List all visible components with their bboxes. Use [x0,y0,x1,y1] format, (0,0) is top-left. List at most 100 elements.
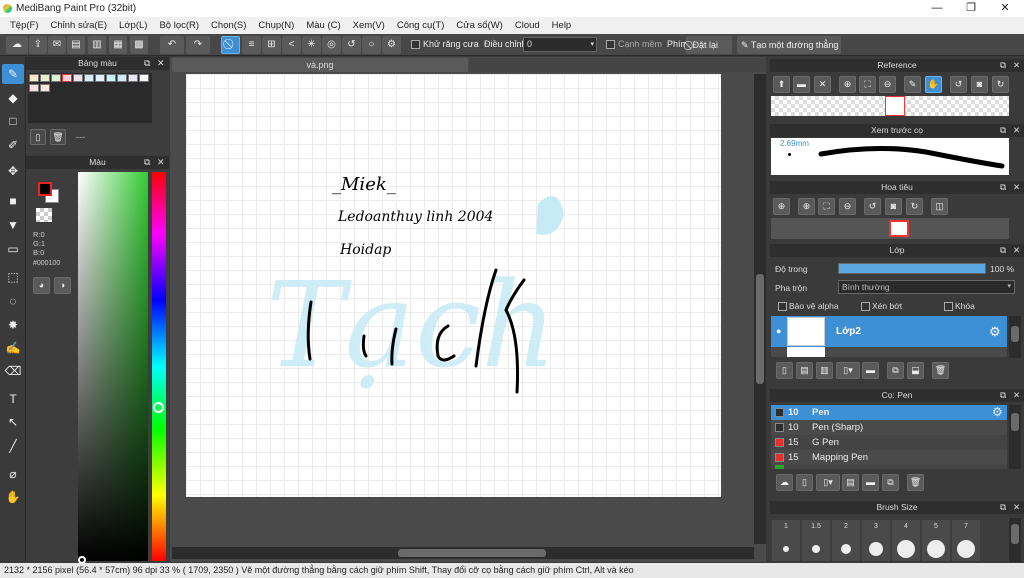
ref-reset-icon[interactable]: ◙ [971,76,988,93]
snap-settings-icon[interactable]: ⚙ [382,36,401,54]
undock-icon[interactable]: ⧉ [144,57,150,70]
brush-item-partial[interactable] [771,465,1007,469]
hand-tool-icon[interactable]: ✋ [2,487,24,507]
nav-rotate-right-icon[interactable]: ↻ [906,198,923,215]
reset-button[interactable]: ⃠ Đặt lại [686,36,732,54]
menu-filter[interactable]: Bộ lọc(R) [153,20,205,31]
add-layer-icon[interactable]: ▯ [776,362,793,379]
menu-cloud[interactable]: Cloud [509,20,546,31]
close-icon[interactable]: ✕ [1013,59,1020,72]
upload-icon[interactable]: ⇪ [29,36,47,54]
brush-item[interactable]: 15 G Pen [771,435,1007,450]
color-settings-icon[interactable]: ◑ [54,277,71,294]
chat-icon[interactable]: ▤ [67,36,85,54]
menu-window[interactable]: Cửa sổ(W) [450,20,508,31]
layer-row-partial[interactable] [771,347,1007,357]
nav-zoom-icon[interactable]: ⊕ [798,198,815,215]
curve-snap-icon[interactable]: ↺ [342,36,361,54]
ref-hand-icon[interactable]: ✋ [925,76,942,93]
undock-icon[interactable]: ⧉ [1000,124,1006,137]
undock-icon[interactable]: ⧉ [1000,389,1006,402]
nav-rotate-left-icon[interactable]: ↺ [864,198,881,215]
brush-cloud-icon[interactable]: ☁ [776,474,793,491]
navigator-preview[interactable] [771,218,1009,239]
horizontal-scroll-thumb[interactable] [398,549,546,557]
layer-settings-gear-icon[interactable]: ⚙ [989,324,1001,340]
parallel-snap-icon[interactable]: ≡ [242,36,261,54]
palette-swatch[interactable] [40,84,50,92]
undock-icon[interactable]: ⧉ [1000,501,1006,514]
lasso-tool-icon[interactable]: ◌ [2,291,24,311]
delete-layer-icon[interactable]: 🗑 [932,362,949,379]
palette-swatch[interactable] [128,74,138,82]
vertical-scroll-thumb[interactable] [756,274,764,384]
brush-folder-icon[interactable]: ▬ [862,474,879,491]
brush-size-scroll-thumb[interactable] [1011,524,1019,544]
close-icon[interactable]: ✕ [157,57,165,70]
fill-tool-icon[interactable]: ▼ [2,215,24,235]
adjust-input[interactable]: 0 ▾ [523,37,597,52]
soft-edge-checkbox[interactable] [606,40,615,49]
brush-new-icon[interactable]: ▯ [796,474,813,491]
gradient-tool-icon[interactable]: ▭ [2,239,24,259]
palette-swatch[interactable] [117,74,127,82]
menu-snap[interactable]: Chụp(N) [252,20,300,31]
brush-scrollbar[interactable] [1009,405,1021,469]
layer-visibility-icon[interactable]: ● [776,326,781,336]
clipping-checkbox[interactable] [861,302,870,311]
layer-scrollbar[interactable] [1009,316,1021,358]
nav-zoom-in-icon[interactable]: ⊕ [773,198,790,215]
vanish-snap-icon[interactable]: < [282,36,301,54]
close-icon[interactable]: ✕ [157,156,165,169]
grid-icon[interactable]: ▩ [130,36,148,54]
document-icon[interactable]: ▥ [88,36,106,54]
radial-snap-icon[interactable]: ✳ [302,36,321,54]
eyedropper-tool-icon[interactable]: ⌀ [2,464,24,484]
brush-item[interactable]: 10 Pen ⚙ [771,405,1007,420]
nav-reset-icon[interactable]: ◙ [885,198,902,215]
eraser-tool-icon[interactable]: ◆ [2,88,24,108]
straight-line-button[interactable]: ✎ Tạo một đường thẳng [737,36,841,54]
ref-folder-icon[interactable]: ▬ [793,76,810,93]
add-halftone-layer-icon[interactable]: ▤ [796,362,813,379]
brush-size-cell[interactable]: 7 [952,520,980,561]
brush-item[interactable]: 10 Pen (Sharp) [771,420,1007,435]
brush-scroll-thumb[interactable] [1011,413,1019,431]
add-layer-menu-icon[interactable]: ▯▾ [836,362,860,379]
menu-color[interactable]: Màu (C) [300,20,346,31]
palette-swatch[interactable] [40,74,50,82]
brush-size-scrollbar[interactable] [1009,518,1021,562]
select-pen-icon[interactable]: ✐ [2,135,24,155]
palette-swatch[interactable] [29,74,39,82]
blend-mode-select[interactable]: Bình thường ▾ [838,280,1015,294]
minimize-button[interactable]: — [920,0,954,17]
palette-swatch[interactable] [95,74,105,82]
reference-viewer[interactable] [771,96,1009,116]
undock-icon[interactable]: ⧉ [144,156,150,169]
brush-size-cell[interactable]: 3 [862,520,890,561]
menu-view[interactable]: Xem(V) [347,20,391,31]
menu-help[interactable]: Help [546,20,578,31]
palette-swatch[interactable] [139,74,149,82]
menu-select[interactable]: Chọn(S) [205,20,252,31]
palette-swatch[interactable] [84,74,94,82]
close-icon[interactable]: ✕ [1013,124,1020,137]
rectangle-tool-icon[interactable]: ■ [2,191,24,211]
opacity-slider[interactable] [838,263,986,274]
cross-snap-icon[interactable]: ⊞ [262,36,281,54]
close-icon[interactable]: ✕ [1013,389,1020,402]
circle-snap-icon[interactable]: ◎ [322,36,341,54]
duplicate-layer-icon[interactable]: ⧉ [887,362,904,379]
maximize-button[interactable]: ❐ [954,0,988,17]
magic-wand-icon[interactable]: ✸ [2,315,24,335]
close-icon[interactable]: ✕ [1013,244,1020,257]
brush-add-menu-icon[interactable]: ▯▾ [816,474,840,491]
brush-settings-gear-icon[interactable]: ⚙ [992,405,1003,420]
brush-size-cell[interactable]: 5 [922,520,950,561]
drawing-canvas[interactable]: Tạch _Miek_ Ledoanthuy linh 2004 Hoidap [186,74,721,497]
ref-fit-icon[interactable]: ⛶ [859,76,876,93]
ref-close-icon[interactable]: ✕ [814,76,831,93]
menu-layer[interactable]: Lớp(L) [113,20,153,31]
operation-tool-icon[interactable]: ↖ [2,412,24,432]
menu-file[interactable]: Tệp(F) [4,20,45,31]
